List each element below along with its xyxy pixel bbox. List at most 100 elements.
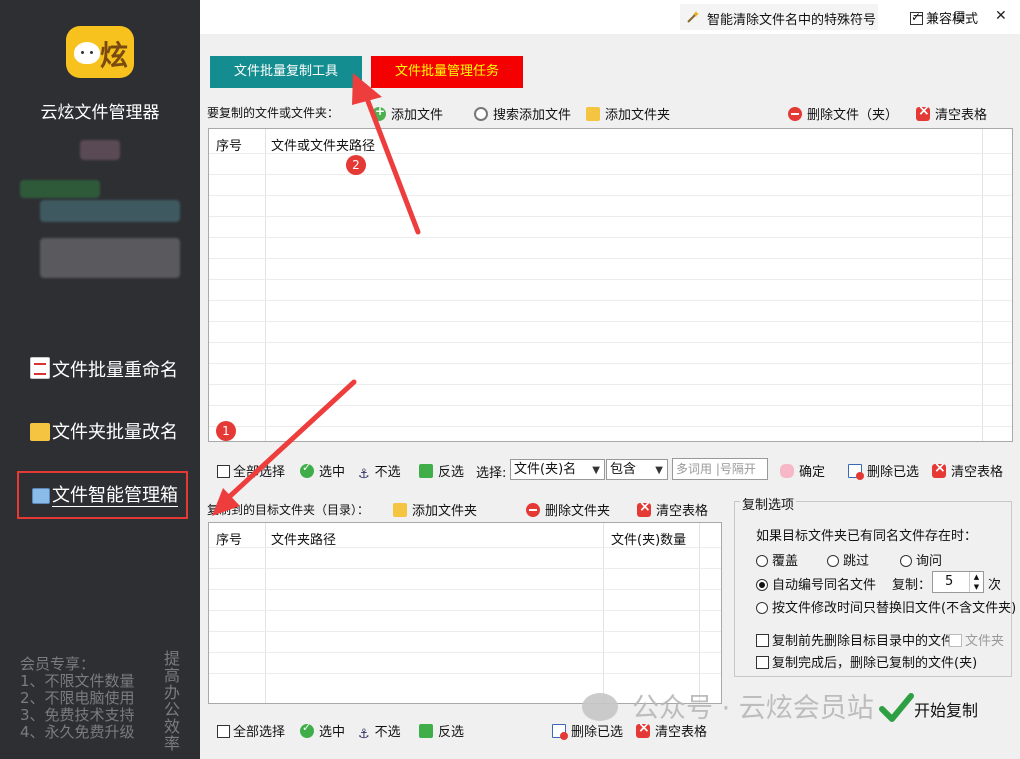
magic-wand-icon <box>687 11 699 23</box>
keyword-input[interactable]: 多词用 |号隔开 <box>672 458 768 480</box>
overwrite-radio[interactable]: 覆盖 <box>756 550 798 569</box>
sidebar-item-smart-manager[interactable]: 文件智能管理箱 <box>32 481 178 507</box>
chevron-down-icon: ▼ <box>592 465 600 476</box>
start-copy-button[interactable]: 开始复制 <box>878 690 978 726</box>
select-label: 选中 <box>319 465 346 480</box>
checkbox-icon <box>756 634 769 647</box>
sidebar: 炫 云炫文件管理器 文件批量重命名 文件夹批量改名 文件智能管理箱 会员专享： … <box>0 0 200 759</box>
add-folder-label: 添加文件夹 <box>605 108 671 123</box>
skip-radio[interactable]: 跳过 <box>827 550 869 569</box>
column-divider <box>982 129 983 441</box>
table-row <box>209 405 1012 406</box>
annotation-badge-2: 2 <box>346 155 366 175</box>
invert-button[interactable]: 反选 <box>419 461 464 480</box>
target-invert-button[interactable]: 反选 <box>419 721 464 740</box>
close-button[interactable]: ✕ <box>995 8 1007 24</box>
target-select-button[interactable]: 选中 <box>300 721 345 740</box>
deselect-button[interactable]: ⚓ 不选 <box>358 461 401 482</box>
table-row <box>209 153 1012 154</box>
auto-number-radio[interactable]: 自动编号同名文件 <box>756 574 876 593</box>
target-clear-table-button[interactable]: 清空表格 <box>636 720 707 740</box>
table-row <box>209 568 721 569</box>
confirm-button[interactable]: 确定 <box>780 461 825 480</box>
select-all-label: 全部选择 <box>233 725 286 740</box>
target-delete-selected-button[interactable]: 删除已选 <box>552 721 623 740</box>
add-file-label: 添加文件 <box>391 108 444 123</box>
column-header-index: 序号 <box>216 139 243 154</box>
add-folder-button[interactable]: 添加文件夹 <box>586 104 670 123</box>
annotation-badge-1: 1 <box>216 421 236 441</box>
clear-target-table-button[interactable]: 清空表格 <box>637 499 708 519</box>
add-file-button[interactable]: 添加文件 <box>372 104 443 123</box>
copies-stepper[interactable]: 5 ▲ ▼ <box>932 571 984 593</box>
maximize-button[interactable]: □ <box>954 8 965 22</box>
source-file-table[interactable]: 序号 文件或文件夹路径 <box>208 128 1013 442</box>
delete-file-button[interactable]: 删除文件（夹） <box>788 104 898 123</box>
filter-match-select[interactable]: 包含 ▼ <box>606 459 668 480</box>
column-divider <box>699 523 700 703</box>
delete-selected-button[interactable]: 删除已选 <box>848 461 919 480</box>
select-all-checkbox[interactable]: 全部选择 <box>217 461 285 480</box>
replace-old-radio[interactable]: 按文件修改时间只替换旧文件(不含文件夹) <box>756 597 1016 616</box>
stepper-arrows-icon[interactable]: ▲ ▼ <box>969 572 983 592</box>
target-deselect-button[interactable]: ⚓ 不选 <box>358 721 401 742</box>
replace-old-label: 按文件修改时间只替换旧文件(不含文件夹) <box>772 601 1017 616</box>
clear-table-button[interactable]: 清空表格 <box>916 103 987 123</box>
search-add-file-button[interactable]: 搜索添加文件 <box>474 104 571 123</box>
folder-icon <box>30 423 50 441</box>
folder-icon <box>393 503 407 517</box>
tab-batch-copy[interactable]: 文件批量复制工具 <box>210 56 362 88</box>
select-label: 选中 <box>319 725 346 740</box>
overwrite-label: 覆盖 <box>772 554 799 569</box>
delete-after-label: 复制完成后，删除已复制的文件(夹) <box>772 656 978 671</box>
target-select-all-checkbox[interactable]: 全部选择 <box>217 721 285 740</box>
column-divider <box>265 129 266 441</box>
radio-icon <box>756 602 768 614</box>
blurred-area <box>40 200 180 222</box>
mode-tab[interactable]: 智能清除文件名中的特殊符号 <box>680 4 878 30</box>
app-logo: 炫 <box>66 26 134 78</box>
column-header-path: 文件或文件夹路径 <box>271 139 376 154</box>
deselect-label: 不选 <box>374 465 401 480</box>
filter-type-select[interactable]: 文件(夹)名 ▼ <box>510 459 605 480</box>
table-row <box>209 589 721 590</box>
table-row <box>209 384 1012 385</box>
checkbox-icon <box>756 656 769 669</box>
clear-table-button[interactable]: 清空表格 <box>932 460 1003 480</box>
radio-selected-icon <box>756 579 768 591</box>
chevron-down-icon: ▼ <box>655 465 663 476</box>
anchor-icon: ⚓ <box>358 467 370 482</box>
confirm-label: 确定 <box>799 465 826 480</box>
table-row <box>209 195 1012 196</box>
delete-icon <box>788 107 802 121</box>
logo-mark-icon: 炫 <box>100 39 129 72</box>
sidebar-item-folder-rename[interactable]: 文件夹批量改名 <box>30 418 178 444</box>
target-folder-table[interactable]: 序号 文件夹路径 文件(夹)数量 <box>208 522 722 704</box>
ask-radio[interactable]: 询问 <box>900 550 942 569</box>
copies-value: 5 <box>945 574 954 589</box>
sidebar-item-label: 文件智能管理箱 <box>52 485 178 507</box>
mode-tab-label: 智能清除文件名中的特殊符号 <box>707 13 877 28</box>
add-target-folder-button[interactable]: 添加文件夹 <box>393 500 477 519</box>
delete-after-checkbox[interactable]: 复制完成后，删除已复制的文件(夹) <box>756 652 977 671</box>
table-row <box>209 258 1012 259</box>
checkbox-icon <box>217 465 230 478</box>
skip-label: 跳过 <box>843 554 870 569</box>
app-title: 云炫文件管理器 <box>40 103 160 123</box>
select-all-label: 全部选择 <box>233 465 286 480</box>
filter-type-value: 文件(夹)名 <box>514 462 577 477</box>
folder-option-checkbox[interactable]: 文件夹 <box>949 630 1004 649</box>
tab-batch-manage[interactable]: 文件批量管理任务 <box>371 56 523 88</box>
member-benefits: 会员专享： 1、不限文件数量 2、不限电脑使用 3、免费技术支持 4、永久免费升… <box>20 656 135 741</box>
delete-target-folder-label: 删除文件夹 <box>545 504 611 519</box>
green-check-icon <box>879 693 914 722</box>
minimize-button[interactable]: − <box>912 8 924 24</box>
table-row <box>209 342 1012 343</box>
add-icon <box>372 104 386 121</box>
sidebar-item-batch-rename[interactable]: 文件批量重命名 <box>30 356 178 382</box>
delete-before-checkbox[interactable]: 复制前先删除目标目录中的文件 <box>756 630 954 649</box>
select-button[interactable]: 选中 <box>300 461 345 480</box>
delete-target-folder-button[interactable]: 删除文件夹 <box>526 500 610 519</box>
blurred-area <box>40 238 180 278</box>
filter-match-value: 包含 <box>610 462 637 477</box>
